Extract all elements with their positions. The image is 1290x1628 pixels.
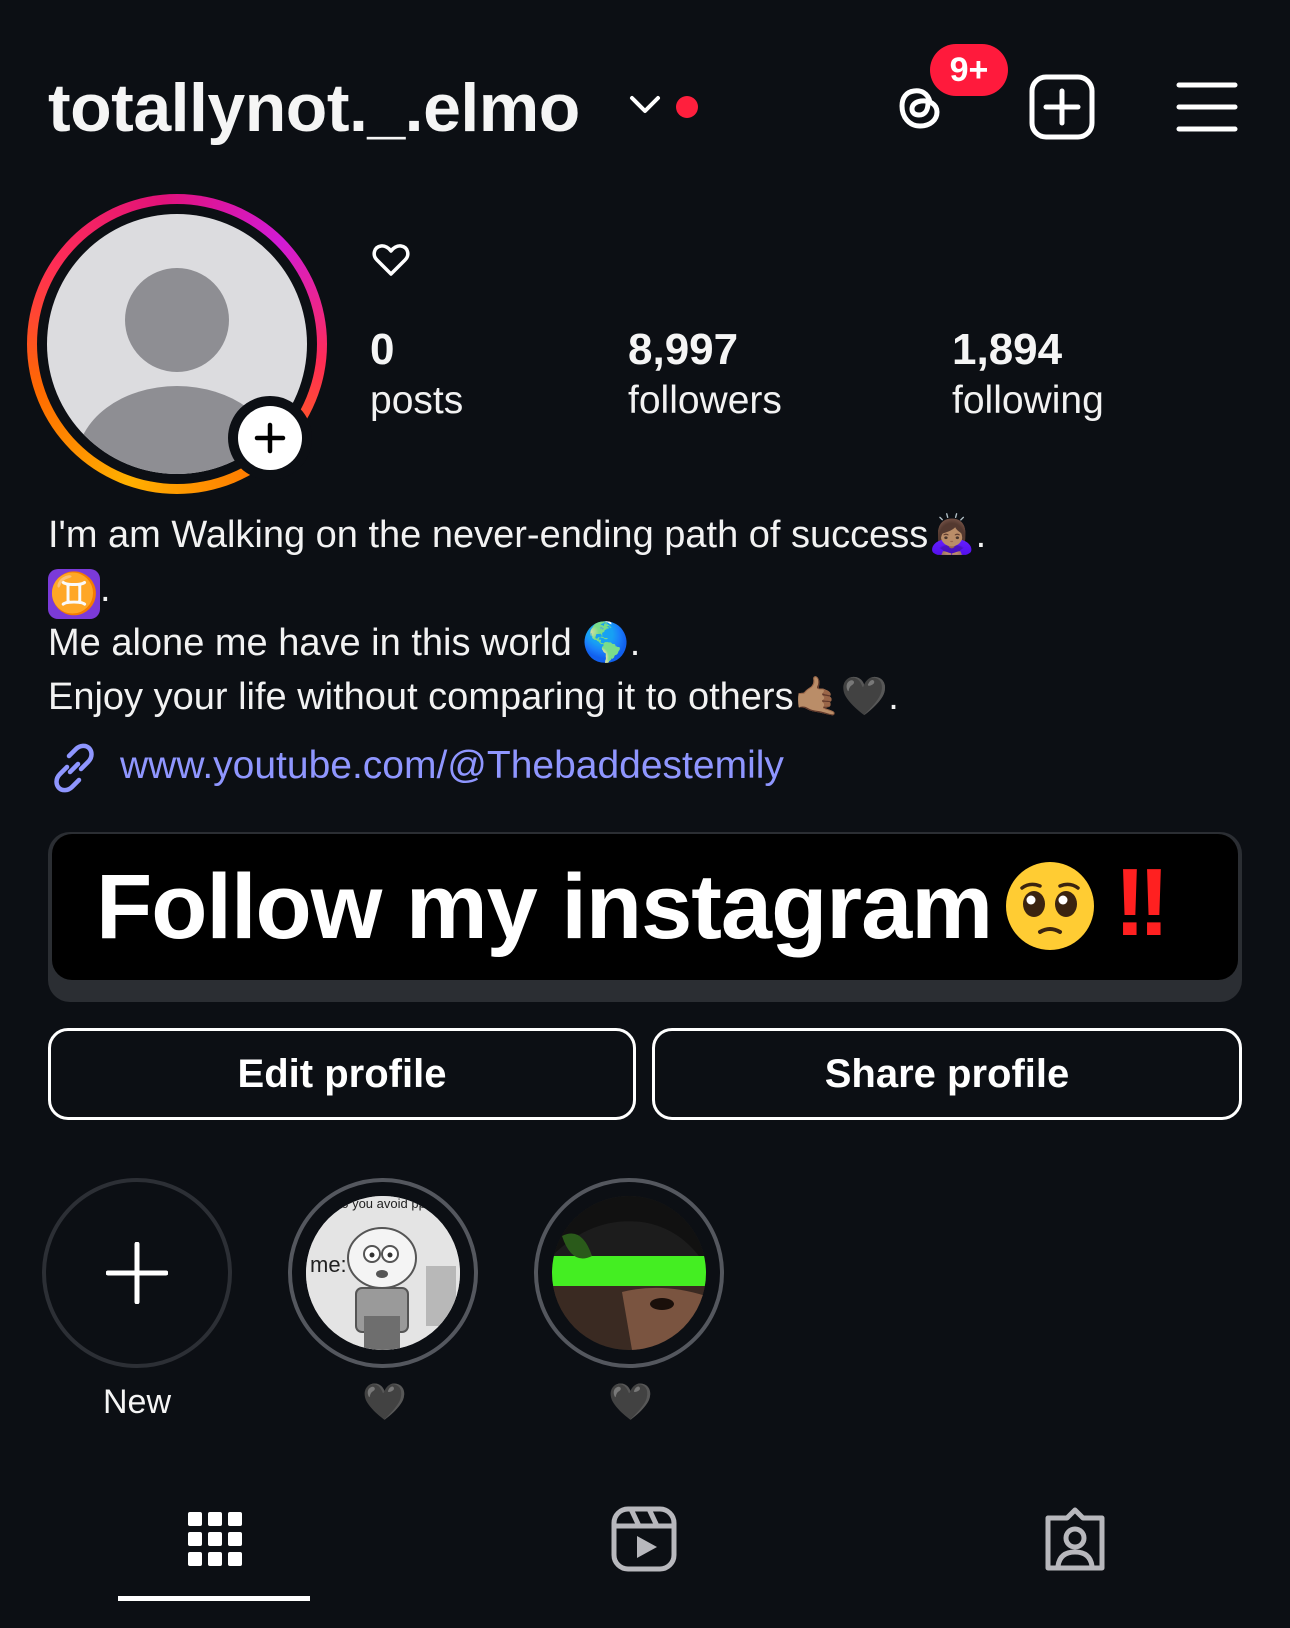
gemini-symbol: ♊ — [48, 569, 100, 619]
account-alert-dot — [676, 96, 698, 118]
add-story-button[interactable] — [228, 396, 312, 480]
highlight-1-label: 🖤 — [362, 1381, 407, 1422]
banner-exclamation: !! — [1114, 849, 1170, 956]
portrait-image — [552, 1196, 706, 1350]
bio-line-2-suffix: . — [100, 568, 111, 610]
bio-line-2: ♊. — [48, 562, 1248, 619]
highlight-2-label: 🖤 — [608, 1381, 653, 1422]
bio-line-1: I'm am Walking on the never-ending path … — [48, 514, 987, 556]
highlight-2[interactable] — [534, 1178, 724, 1368]
bio-line-3: Me alone me have in this world 🌎. — [48, 622, 641, 664]
chevron-down-icon[interactable] — [628, 92, 662, 118]
note-heart-icon[interactable] — [372, 242, 410, 278]
tagged-tab-icon[interactable] — [1040, 1504, 1110, 1574]
new-highlight-button[interactable] — [42, 1178, 232, 1368]
profile-banner: Follow my instagram !! — [52, 834, 1238, 980]
stat-posts[interactable]: 0 posts — [370, 324, 463, 426]
stat-posts-value: 0 — [370, 325, 395, 374]
highlight-1[interactable]: do you avoid pp me: — [288, 1178, 478, 1368]
profile-username[interactable]: totallynot._.elmo — [48, 68, 580, 148]
menu-icon[interactable] — [1176, 80, 1238, 134]
bio-link-text[interactable]: www.youtube.com/@Thebaddestemily — [120, 738, 784, 794]
edit-profile-button[interactable]: Edit profile — [48, 1028, 636, 1120]
add-story-circle — [238, 406, 302, 470]
stat-following-label: following — [952, 379, 1104, 422]
banner-text: Follow my instagram — [96, 856, 993, 958]
bio-line-4: Enjoy your life without comparing it to … — [48, 676, 899, 718]
pleading-face-icon — [1006, 862, 1094, 950]
active-tab-indicator — [118, 1596, 310, 1601]
highlight-1-cover: do you avoid pp me: — [306, 1196, 460, 1350]
link-icon — [54, 743, 94, 793]
create-post-icon[interactable] — [1028, 73, 1096, 141]
grid-tab-icon[interactable] — [180, 1504, 250, 1574]
profile-bio: I'm am Walking on the never-ending path … — [48, 508, 1248, 724]
highlight-2-cover — [552, 1196, 706, 1350]
notification-badge[interactable]: 9+ — [930, 44, 1008, 96]
stat-posts-label: posts — [370, 379, 464, 422]
reels-tab-icon[interactable] — [609, 1504, 679, 1574]
stat-followers-value: 8,997 — [628, 325, 739, 374]
plus-icon — [254, 422, 286, 454]
highlight-1-caption-top: do you avoid pp — [334, 1196, 426, 1211]
stat-following-value: 1,894 — [952, 325, 1063, 374]
avatar-placeholder-head — [125, 268, 229, 372]
share-profile-button[interactable]: Share profile — [652, 1028, 1242, 1120]
stat-followers[interactable]: 8,997 followers — [628, 324, 782, 426]
new-highlight-label: New — [102, 1383, 172, 1421]
plus-icon — [106, 1242, 168, 1304]
highlight-1-caption-me: me: — [310, 1252, 347, 1277]
stat-following[interactable]: 1,894 following — [952, 324, 1104, 426]
stat-followers-label: followers — [628, 379, 782, 422]
